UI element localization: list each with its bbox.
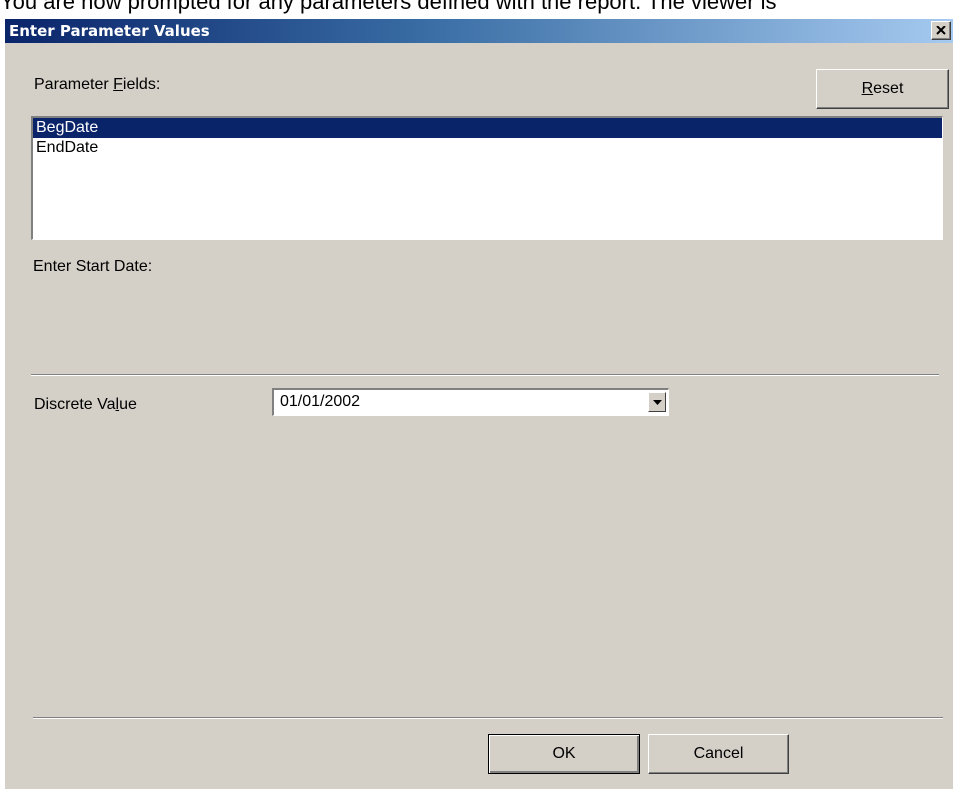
dialog-title: Enter Parameter Values (9, 22, 210, 40)
close-icon (936, 26, 946, 35)
dropdown-button[interactable] (648, 392, 666, 412)
cancel-button[interactable]: Cancel (648, 734, 789, 774)
enter-parameter-values-dialog: Enter Parameter Values Parameter Fields:… (4, 18, 953, 789)
prompt-text: Enter Start Date: (33, 258, 153, 275)
dialog-title-bar[interactable]: Enter Parameter Values (5, 19, 953, 43)
divider-top (31, 374, 939, 376)
discrete-value-combobox[interactable]: 01/01/2002 (272, 388, 669, 416)
discrete-value-input[interactable]: 01/01/2002 (280, 392, 360, 412)
parameter-fields-list[interactable]: BegDate EndDate (31, 116, 943, 240)
list-item-begdate[interactable]: BegDate (33, 118, 942, 138)
parameter-fields-label: Parameter Fields: (34, 76, 161, 93)
chevron-down-icon (652, 399, 662, 405)
background-caption: You are now prompted for any parameters … (0, 0, 777, 14)
divider-bottom (33, 717, 943, 719)
list-item-enddate[interactable]: EndDate (33, 138, 942, 158)
ok-button[interactable]: OK (488, 734, 640, 774)
close-button[interactable] (931, 21, 951, 40)
discrete-value-label: Discrete Value (34, 396, 137, 413)
reset-button[interactable]: Reset (816, 69, 949, 109)
